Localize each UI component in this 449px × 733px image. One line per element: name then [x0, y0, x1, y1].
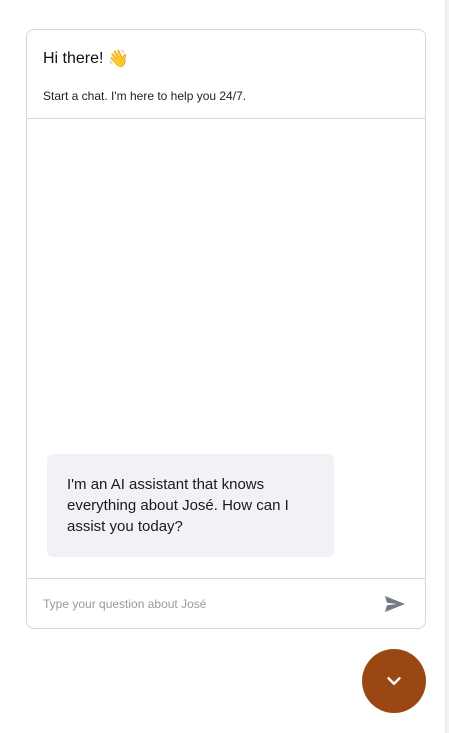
send-icon — [385, 596, 405, 612]
chat-subtitle: Start a chat. I'm here to help you 24/7. — [43, 89, 247, 103]
chat-page: Hi there! 👋 Start a chat. I'm here to he… — [0, 0, 449, 733]
send-button[interactable] — [381, 590, 409, 618]
chat-header: Hi there! 👋 Start a chat. I'm here to he… — [27, 30, 425, 119]
question-input[interactable] — [43, 589, 381, 619]
assistant-message-text: I'm an AI assistant that knows everythin… — [67, 476, 289, 535]
chat-toggle-button[interactable] — [362, 649, 426, 713]
chat-title: Hi there! — [43, 50, 104, 67]
chat-title-row: Hi there! 👋 — [43, 48, 409, 70]
waving-hand-icon: 👋 — [107, 49, 129, 69]
assistant-message-bubble: I'm an AI assistant that knows everythin… — [47, 454, 334, 557]
message-list: I'm an AI assistant that knows everythin… — [27, 119, 425, 578]
page-scrollbar[interactable] — [445, 0, 449, 733]
chevron-down-icon — [387, 677, 401, 685]
chat-input-area — [27, 578, 425, 628]
chat-widget: Hi there! 👋 Start a chat. I'm here to he… — [26, 29, 426, 629]
